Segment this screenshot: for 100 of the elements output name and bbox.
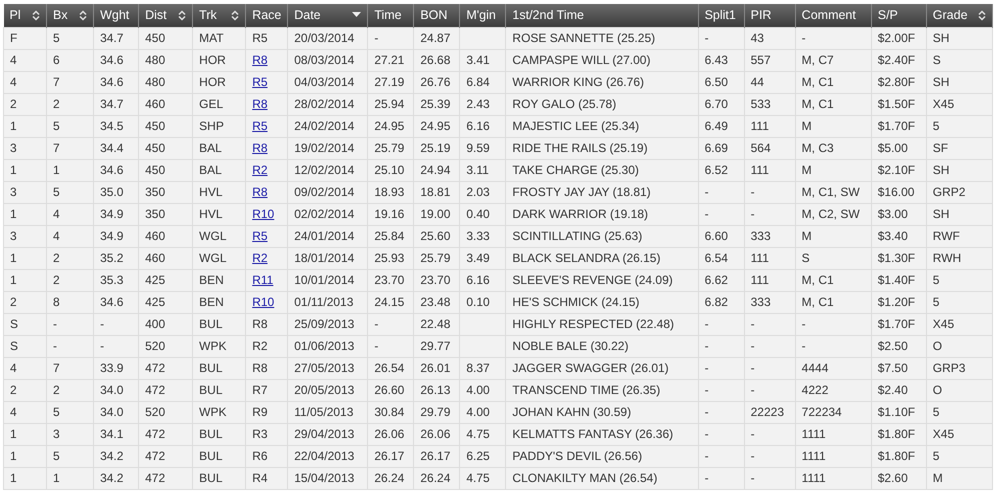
table-cell: 34.7 [100, 31, 124, 45]
table-cell: - [750, 471, 755, 485]
table-cell: - [802, 339, 806, 353]
table-cell: SCINTILLATING (25.63) [512, 229, 642, 243]
column-header[interactable]: Bx [46, 4, 94, 27]
table-cell: 23.48 [420, 295, 450, 309]
table-cell: S [802, 251, 810, 265]
table-cell: SH [932, 207, 950, 221]
table-cell: 6.60 [704, 229, 728, 243]
table-cell: $2.40 [878, 383, 908, 397]
column-header: M'gin [460, 4, 506, 27]
table-cell: 34.5 [100, 119, 124, 133]
table-cell: RWH [932, 251, 962, 265]
table-cell: $16.00 [878, 185, 914, 199]
table-cell: 6.54 [704, 251, 728, 265]
table-cell: M [802, 119, 812, 133]
table-cell: 400 [145, 317, 166, 331]
table-cell: 20/05/2013 [294, 383, 354, 397]
table-cell: 0.10 [466, 295, 490, 309]
table-cell: 1 [10, 471, 17, 485]
column-header[interactable]: Grade [926, 4, 992, 27]
table-cell: 26.01 [420, 361, 450, 375]
column-header[interactable]: Pl [4, 4, 47, 27]
table-cell: 6.52 [704, 163, 728, 177]
table-cell: 26.68 [420, 53, 450, 67]
table-cell: 27/05/2013 [294, 361, 354, 375]
table-cell: 4 [53, 207, 60, 221]
table-cell: 1 [10, 273, 17, 287]
table-cell: 5 [932, 119, 940, 133]
table-cell: 26.24 [420, 471, 450, 485]
table-cell: R4 [252, 471, 268, 485]
table-cell: $1.20F [878, 295, 916, 309]
column-header: Race [246, 4, 288, 27]
table-cell: ROSE SANNETTE (25.25) [512, 31, 656, 45]
column-header[interactable]: Trk [192, 4, 246, 27]
column-header[interactable]: Date [288, 4, 368, 27]
table-cell: 44 [750, 75, 764, 89]
table-cell: $1.80F [878, 427, 916, 441]
table-cell: 25/09/2013 [294, 317, 354, 331]
table-cell: NOBLE BALE (30.22) [512, 339, 628, 353]
table-cell: $1.80F [878, 449, 916, 463]
table-cell: HVL [199, 185, 222, 199]
table-cell: 722234 [802, 405, 842, 419]
table-cell: 333 [750, 295, 771, 309]
table-cell: 3 [10, 229, 17, 243]
table-cell: R3 [252, 427, 268, 441]
table-cell: 24.95 [420, 119, 450, 133]
table-cell: S [932, 53, 941, 67]
table-cell: M [802, 229, 812, 243]
table-cell: 02/02/2014 [294, 207, 354, 221]
table-cell: 1 [10, 163, 17, 177]
table-cell: 27.19 [374, 75, 404, 89]
table-cell: - [100, 339, 104, 353]
table-cell: 520 [145, 405, 166, 419]
table-cell: $3.40 [878, 229, 908, 243]
table-cell: 564 [750, 141, 771, 155]
table-cell: 34.6 [100, 53, 124, 67]
table-cell: - [704, 317, 709, 331]
table-cell: 24/01/2014 [294, 229, 354, 243]
table-cell: 5 [53, 185, 60, 199]
column-header: Split1 [698, 4, 744, 27]
table-cell: - [750, 427, 755, 441]
table-cell: 6.69 [704, 141, 728, 155]
table-cell: $2.60 [878, 471, 908, 485]
table-cell: 34.6 [100, 75, 124, 89]
table-cell: RIDE THE RAILS (25.19) [512, 141, 648, 155]
table-cell: 9.59 [466, 141, 490, 155]
table-cell: 3.33 [466, 229, 490, 243]
column-header[interactable]: Dist [138, 4, 193, 27]
table-cell: ROY GALO (25.78) [512, 97, 616, 111]
table-cell: - [750, 361, 755, 375]
table-cell: 35.3 [100, 273, 124, 287]
table-cell: 1 [10, 207, 17, 221]
table-cell: S [10, 339, 18, 353]
table-cell: - [704, 427, 709, 441]
table-cell: JOHAN KAHN (30.59) [512, 405, 632, 419]
table-cell: R2 [252, 339, 268, 353]
table-cell: 5 [53, 119, 60, 133]
table-cell: 19.16 [374, 207, 404, 221]
table-cell: BUL [199, 471, 222, 485]
table-cell: 5 [932, 405, 940, 419]
table-cell: 4444 [802, 361, 828, 375]
table-cell: 2 [53, 251, 60, 265]
table-cell: 6.43 [704, 53, 728, 67]
table-cell: 425 [145, 273, 166, 287]
table-cell: 25.60 [420, 229, 450, 243]
table-cell: M, C1 [802, 75, 834, 89]
table-cell: CLONAKILTY MAN (26.54) [512, 471, 658, 485]
table-cell: 1 [53, 471, 60, 485]
table-cell: BEN [199, 273, 224, 287]
table-cell: HVL [199, 207, 222, 221]
table-cell: 29/04/2013 [294, 427, 354, 441]
table-cell: BLACK SELANDRA (26.15) [512, 251, 660, 265]
table-cell: 333 [750, 229, 771, 243]
table-cell: PADDY'S DEVIL (26.56) [512, 449, 642, 463]
table-cell: 6.16 [466, 273, 490, 287]
table-cell: 2 [10, 383, 17, 397]
table-cell: BUL [199, 317, 222, 331]
column-header: Wght [94, 4, 139, 27]
table-cell: M, C3 [802, 141, 834, 155]
